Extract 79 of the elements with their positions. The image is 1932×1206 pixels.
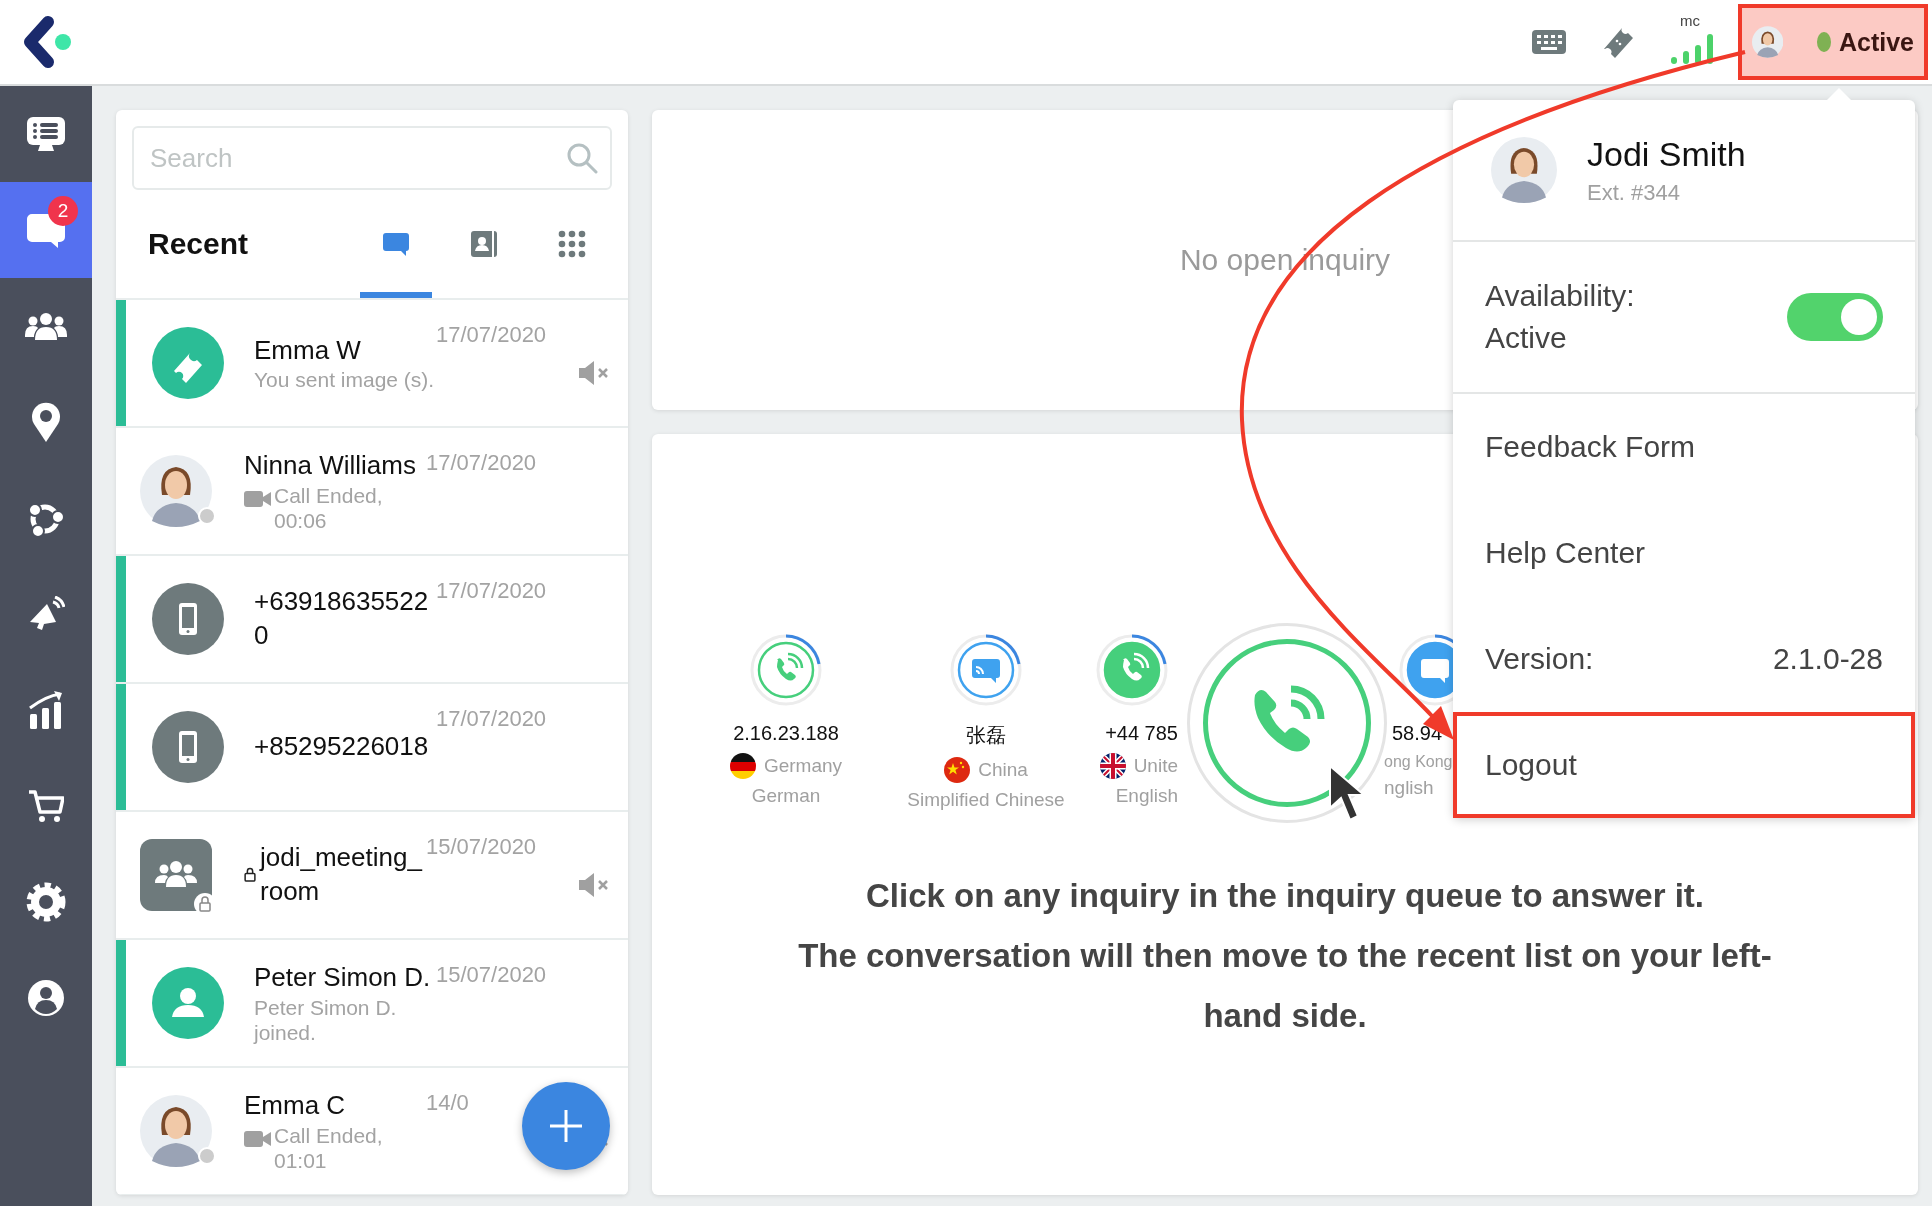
contact-name: Peter Simon D. bbox=[254, 960, 431, 994]
signal-label: mc bbox=[1680, 11, 1700, 29]
phone-avatar-icon bbox=[152, 711, 224, 783]
person-avatar-icon bbox=[152, 967, 224, 1039]
profile-button[interactable]: Active bbox=[1738, 4, 1928, 80]
message-preview: Call Ended, 01:01 bbox=[274, 1122, 384, 1174]
plus-icon bbox=[549, 1109, 583, 1143]
conversation-date: 17/07/2020 bbox=[436, 322, 547, 348]
bar-chart-icon bbox=[28, 690, 64, 730]
version-value: 2.1.0-28 bbox=[1772, 642, 1883, 676]
menu-item[interactable]: Feedback Form bbox=[1453, 394, 1915, 500]
menu-item[interactable]: Logout bbox=[1453, 712, 1915, 818]
inquiry-title: 张磊 bbox=[966, 723, 1006, 748]
phone-avatar-icon bbox=[152, 583, 224, 655]
conversation-row[interactable]: Emma C Call Ended, 01:01 14/0 bbox=[116, 1068, 628, 1194]
team-icon bbox=[25, 311, 67, 341]
user-name: Jodi Smith bbox=[1587, 134, 1746, 174]
conversation-date: 17/07/2020 bbox=[436, 706, 547, 732]
contact-name: Emma W bbox=[254, 333, 361, 367]
keyboard-icon[interactable] bbox=[1532, 30, 1566, 54]
availability-toggle[interactable] bbox=[1787, 293, 1883, 341]
chat-icon bbox=[382, 232, 410, 256]
conversation-date: 17/07/2020 bbox=[426, 450, 537, 476]
instruction-text: Click on any inquiry in the inquiry queue to answer it. bbox=[866, 876, 1704, 916]
dialpad-icon bbox=[558, 230, 586, 258]
version-label: Version: bbox=[1485, 642, 1594, 676]
unread-badge: 2 bbox=[48, 196, 78, 226]
contact-name: +639186355220 bbox=[254, 585, 430, 652]
menu-item[interactable]: Help Center bbox=[1453, 500, 1915, 606]
conversation-row[interactable]: Emma W You sent image (s). 17/07/2020 bbox=[116, 300, 628, 426]
china-flag-icon bbox=[944, 757, 971, 783]
conversation-date: 15/07/2020 bbox=[426, 834, 537, 860]
conversation-row[interactable]: jodi_meeting_room 15/07/2020 bbox=[116, 812, 628, 938]
message-preview: You sent image (s). bbox=[254, 367, 435, 393]
country-name: ong Kong bbox=[1384, 753, 1453, 771]
availability-label: Availability: Active bbox=[1485, 278, 1636, 356]
location-pin-icon bbox=[31, 402, 61, 442]
language-name: nglish bbox=[1384, 777, 1434, 799]
empty-state-text: No open inquiry bbox=[1179, 243, 1391, 277]
inquiry-title: +44 785 bbox=[1105, 722, 1178, 745]
contact-name: Emma C bbox=[244, 1088, 346, 1122]
panel-title: Recent bbox=[148, 227, 249, 261]
conversation-row[interactable]: Peter Simon D. Peter Simon D. joined. 15/07/2020 bbox=[116, 940, 628, 1066]
contact-name: jodi_meeting_room bbox=[260, 841, 424, 908]
uk-flag-icon bbox=[1099, 753, 1126, 779]
avatar bbox=[1491, 137, 1557, 203]
conversation-row[interactable]: +639186355220 17/07/2020 bbox=[116, 556, 628, 682]
user-circle-icon bbox=[28, 980, 64, 1016]
country-name: Germany bbox=[763, 755, 843, 777]
germany-flag-icon bbox=[729, 753, 756, 779]
conversation-row[interactable]: +85295226018 17/07/2020 bbox=[116, 684, 628, 810]
search-field[interactable]: Search bbox=[132, 126, 612, 190]
contact-name: Ninna Williams bbox=[244, 448, 416, 482]
conversation-date: 15/07/2020 bbox=[436, 962, 547, 988]
sidebar-item[interactable]: 2 bbox=[0, 182, 92, 278]
avatar bbox=[140, 1095, 212, 1167]
country-name: China bbox=[978, 759, 1028, 781]
inquiry-title: 2.16.23.188 bbox=[733, 722, 839, 745]
message-preview: Call Ended, 00:06 bbox=[274, 482, 384, 534]
queue-list-icon bbox=[26, 114, 66, 154]
app-logo bbox=[22, 16, 72, 68]
group-avatar-icon bbox=[140, 839, 212, 911]
conversation-date: 14/0 bbox=[426, 1090, 469, 1116]
language-name: English bbox=[1115, 785, 1178, 807]
conversation-date: 17/07/2020 bbox=[436, 578, 547, 604]
cart-icon bbox=[28, 789, 64, 823]
ticket-avatar-icon bbox=[152, 327, 224, 399]
language-name: German bbox=[751, 785, 821, 807]
contact-name: +85295226018 bbox=[254, 730, 429, 764]
settings-icon bbox=[26, 882, 66, 922]
user-extension: Ext. #344 bbox=[1587, 179, 1681, 206]
message-preview: Peter Simon D. joined. bbox=[254, 994, 398, 1046]
instruction-text: The conversation will then move to the recent list on your left-hand side. bbox=[797, 936, 1773, 1036]
contact-book-icon bbox=[470, 230, 498, 258]
avatar bbox=[140, 455, 212, 527]
language-name: Simplified Chinese bbox=[907, 789, 1065, 811]
country-name: Unite bbox=[1133, 755, 1178, 777]
conversation-row[interactable]: Ninna Williams Call Ended, 00:06 17/07/2020 bbox=[116, 428, 628, 554]
megaphone-icon bbox=[27, 596, 65, 632]
